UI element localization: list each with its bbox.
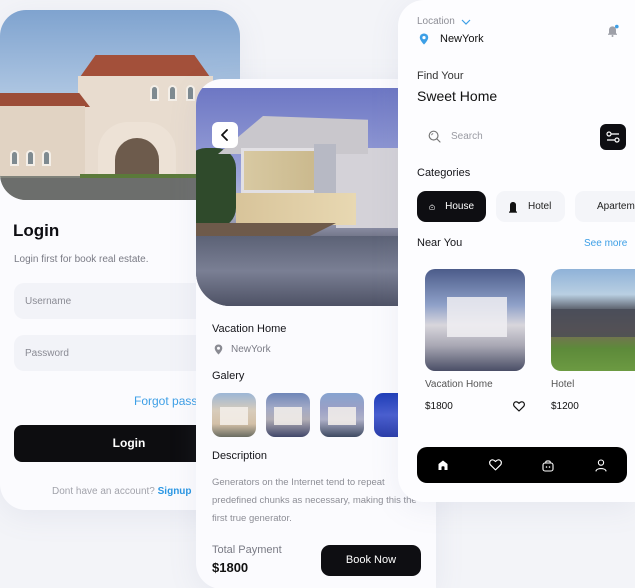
chevron-down-icon (461, 19, 471, 25)
total-payment-value: $1800 (212, 560, 249, 575)
see-more-link[interactable]: See more (584, 238, 627, 249)
nav-bag[interactable] (536, 453, 560, 477)
filter-sliders-icon (606, 131, 620, 143)
book-now-button[interactable]: Book Now (321, 545, 421, 576)
login-subtitle: Login first for book real estate. (14, 254, 149, 265)
search-input[interactable] (451, 130, 581, 142)
gallery-thumbnail[interactable] (320, 393, 364, 437)
category-list: House Hotel Apartement (417, 191, 635, 222)
nav-favorites[interactable] (484, 453, 508, 477)
property-card[interactable]: Hotel $1200 (551, 269, 635, 412)
search-bar (417, 124, 597, 148)
property-price: $1800 (425, 401, 453, 412)
chevron-left-icon (221, 129, 228, 141)
category-label: Apartement (597, 201, 635, 212)
property-hero-image (196, 88, 400, 306)
heart-icon[interactable] (513, 401, 525, 412)
back-button[interactable] (212, 122, 238, 148)
property-name: Hotel (551, 379, 575, 390)
signup-prompt: Dont have an account? Signup (52, 486, 192, 497)
find-your-text: Find Your (417, 70, 464, 82)
location-pin-icon (214, 344, 223, 355)
description-text: Generators on the Internet tend to repea… (212, 477, 417, 524)
filter-button[interactable] (600, 124, 626, 150)
house-icon (429, 203, 435, 210)
gallery (212, 393, 418, 437)
home-screen: Location NewYork Find Your Sweet Home Ca… (398, 0, 635, 502)
category-house[interactable]: House (417, 191, 486, 222)
nav-home[interactable] (431, 453, 455, 477)
property-location-text: NewYork (231, 344, 271, 355)
property-card[interactable]: Vacation Home $1800 (425, 269, 525, 412)
location-label: Location (417, 16, 455, 27)
signup-link[interactable]: Signup (158, 486, 192, 497)
nav-profile[interactable] (589, 453, 613, 477)
gallery-thumbnail[interactable] (212, 393, 256, 437)
property-title: Vacation Home (212, 323, 287, 335)
bell-icon[interactable] (606, 24, 620, 38)
current-location: NewYork (419, 33, 484, 45)
category-hotel[interactable]: Hotel (496, 191, 565, 222)
search-icon (428, 130, 441, 143)
total-payment-label: Total Payment (212, 544, 282, 556)
property-image (425, 269, 525, 371)
near-you-title: Near You (417, 237, 463, 249)
shopping-bag-icon (542, 459, 554, 472)
gallery-thumbnail[interactable] (266, 393, 310, 437)
no-account-text: Dont have an account? (52, 486, 155, 497)
login-title: Login (13, 221, 60, 240)
sweet-home-heading: Sweet Home (417, 88, 498, 104)
near-you-list: Vacation Home $1800 Hotel $1200 (425, 269, 635, 412)
user-icon (595, 458, 607, 472)
description-title: Description (212, 450, 268, 462)
property-image (551, 269, 635, 371)
bottom-navigation (417, 447, 627, 483)
property-price: $1200 (551, 401, 579, 412)
location-pin-icon (419, 33, 429, 45)
location-value: NewYork (440, 33, 484, 45)
property-location: NewYork (214, 344, 271, 355)
location-selector[interactable]: Location (417, 16, 471, 27)
category-label: House (445, 201, 474, 212)
categories-title: Categories (417, 167, 471, 179)
gallery-title: Galery (212, 370, 245, 382)
category-label: Hotel (528, 201, 552, 212)
home-icon (438, 460, 448, 470)
hotel-icon (509, 201, 517, 213)
heart-icon (489, 459, 503, 471)
category-apartment[interactable]: Apartement (575, 191, 635, 222)
property-name: Vacation Home (425, 379, 493, 390)
